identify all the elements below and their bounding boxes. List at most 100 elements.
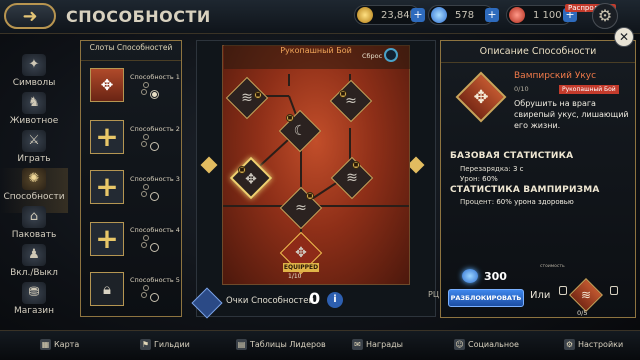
damage-value: 60% — [482, 175, 498, 183]
description-panel-title: Описание Способности — [441, 41, 635, 63]
cooldown-label: Перезарядка: — [460, 165, 511, 173]
or-label: Или — [530, 290, 551, 301]
slot-dot — [150, 243, 159, 252]
ability-level: 0/10 — [514, 85, 529, 93]
slot-dot — [143, 235, 149, 241]
lock-icon — [559, 286, 567, 295]
energy-value: 1 100 — [533, 9, 562, 21]
pet-icon: ♞ — [22, 92, 46, 114]
lock-icon — [610, 286, 618, 295]
close-icon[interactable]: ✕ — [614, 27, 634, 47]
damage-label: Урон: — [460, 175, 480, 183]
node-lock-icon: ■ — [286, 114, 294, 122]
slots-panel-title: Слоты Способностей — [81, 41, 181, 61]
sidebar-item-label: Играть — [17, 154, 51, 164]
page-title: СПОСОБНОСТИ — [66, 7, 211, 26]
slot-dot — [143, 82, 149, 88]
ability-slot-4[interactable]: + — [90, 222, 124, 256]
base-stats-heading: БАЗОВАЯ СТАТИСТИКА — [450, 151, 574, 161]
bottom-nav-settings[interactable]: ⚙ Настройки — [564, 339, 624, 350]
slot-dot — [141, 292, 147, 298]
reset-label[interactable]: Сброс — [362, 52, 382, 60]
ability-slot-3[interactable]: + — [90, 170, 124, 204]
slot-label-5: Способность 5 — [130, 276, 180, 284]
percent-label: Процент: — [460, 198, 495, 206]
slot-label-4: Способность 4 — [130, 226, 180, 234]
slot-label-3: Способность 3 — [130, 175, 180, 183]
bottom-nav-label: Социальное — [468, 340, 519, 349]
sidebar-item-label: Символы — [12, 78, 56, 88]
sidebar-item-label: Паковать — [11, 230, 57, 240]
bottom-nav-label: Настройки — [578, 340, 624, 349]
reset-icon[interactable] — [384, 48, 398, 62]
slot-dot — [141, 242, 147, 248]
sidebar-item-shop[interactable]: ⛃ Магазин — [0, 282, 68, 327]
bottom-nav-label: Таблицы Лидеров — [250, 340, 326, 349]
slot-dot — [143, 134, 149, 140]
rewards-icon: ✉ — [352, 339, 363, 350]
bottom-nav-guilds[interactable]: ⚑ Гильдии — [140, 339, 190, 350]
percent-stat: Процент: 60% урона здоровью — [460, 198, 574, 206]
add-gem-button[interactable]: + — [485, 8, 499, 22]
cooldown-stat: Перезарядка: 3 с — [460, 165, 523, 173]
node-lock-icon: ■ — [254, 91, 262, 99]
slot-dots-2 — [140, 134, 166, 156]
bottom-nav-label: Карта — [54, 340, 80, 349]
bottom-nav-social[interactable]: ☺ Социальное — [454, 339, 519, 350]
top-bar: ➜ СПОСОБНОСТИ 23,84k + 578 + 1 100 + Рас… — [0, 0, 640, 34]
percent-value: 60% урона здоровью — [496, 198, 574, 206]
add-ability-icon: + — [95, 170, 119, 203]
abilities-icon: ✺ — [22, 168, 46, 190]
bottom-nav-map[interactable]: ▦ Карта — [40, 339, 80, 350]
ability-category-tag: Рукопашный Бой — [559, 85, 619, 94]
node-lock-icon: ■ — [238, 166, 246, 174]
unlock-button[interactable]: РАЗБЛОКИРОВАТЬ — [448, 289, 524, 307]
energy-icon — [509, 7, 525, 23]
energy-counter: 1 100 + — [506, 5, 577, 25]
pack-icon: ⌂ — [22, 206, 46, 228]
ability-name: Вампирский Укус — [514, 71, 597, 81]
ability-slot-5[interactable]: 🔒︎ — [90, 272, 124, 306]
cooldown-value: 3 с — [512, 165, 524, 173]
lock-icon: 🔒︎ — [103, 280, 111, 298]
node-lock-icon: ■ — [352, 161, 360, 169]
add-ability-icon: + — [95, 120, 119, 153]
gem-cost: 300 — [484, 270, 507, 283]
slot-dot-active — [150, 90, 159, 99]
leaderboard-icon: ▤ — [236, 339, 247, 350]
claw-icon: ≋ — [580, 288, 592, 302]
guild-icon: ⚑ — [140, 339, 151, 350]
bottom-nav-leaderboards[interactable]: ▤ Таблицы Лидеров — [236, 339, 326, 350]
add-gold-button[interactable]: + — [411, 8, 425, 22]
slot-dot — [150, 142, 159, 151]
bottom-nav-rewards[interactable]: ✉ Награды — [352, 339, 403, 350]
tree-title: Рукопашный Бой — [280, 46, 352, 55]
equipped-count: 1/10 — [288, 273, 302, 280]
ability-slot-2[interactable]: + — [90, 120, 124, 154]
gem-icon — [431, 7, 447, 23]
gem-counter: 578 + — [428, 5, 499, 25]
slot-dots-5 — [140, 285, 166, 307]
slot-label-2: Способность 2 — [130, 125, 180, 133]
node-lock-icon: ■ — [339, 90, 347, 98]
alt-unlock-count: 0/5 — [577, 309, 588, 317]
slot-dots-1 — [140, 82, 166, 104]
node-lock-icon: ■ — [306, 192, 314, 200]
skill-points-label: Очки Способностей — [226, 296, 315, 306]
gem-icon — [462, 269, 478, 283]
vampire-bite-icon: ✥ — [100, 76, 114, 94]
add-ability-icon: + — [95, 222, 119, 255]
gear-icon[interactable]: ⚙ — [592, 3, 618, 29]
slot-dot — [141, 141, 147, 147]
back-button[interactable]: ➜ — [4, 3, 56, 29]
damage-stat: Урон: 60% — [460, 175, 498, 183]
ability-slot-1[interactable]: ✥ — [90, 68, 124, 102]
slot-dot — [150, 293, 159, 302]
settings-icon: ⚙ — [564, 339, 575, 350]
ability-description-text: Обрушить на врага свирепый укус, лишающи… — [514, 99, 629, 130]
back-arrow-icon: ➜ — [22, 5, 38, 27]
sidebar-item-label: Магазин — [13, 306, 55, 316]
vampire-bite-icon: ✥ — [473, 86, 489, 108]
info-icon[interactable]: i — [327, 292, 343, 308]
bottom-nav-label: Гильдии — [154, 340, 190, 349]
